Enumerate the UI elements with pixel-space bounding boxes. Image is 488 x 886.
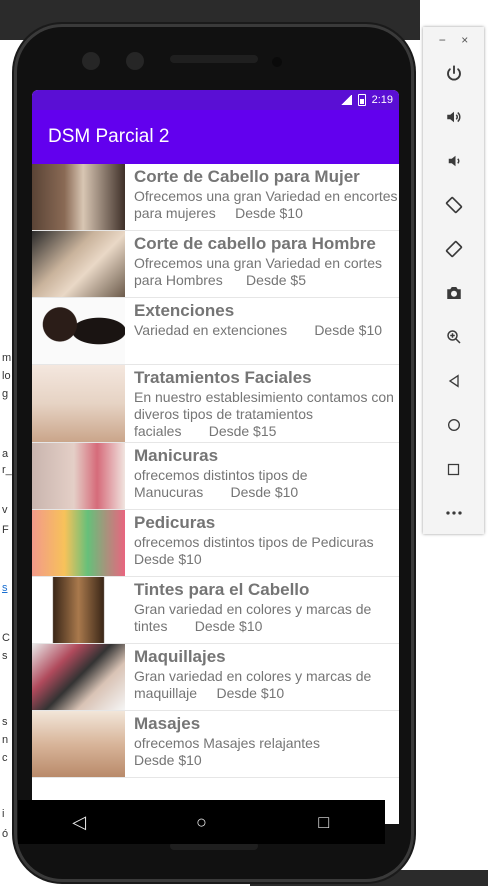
service-title: Pedicuras	[134, 513, 216, 532]
android-nav-bar: ◁ ○ □	[18, 800, 385, 844]
service-item[interactable]: Manicuras ofrecemos distintos tipos de M…	[32, 443, 399, 510]
service-description: Variedad en extenciones	[134, 322, 288, 338]
service-item[interactable]: Masajes ofrecemos Masajes relajantes Desd…	[32, 711, 399, 778]
background-link-fragment[interactable]: s	[2, 582, 8, 594]
nav-back-button[interactable]: ◁	[49, 812, 109, 833]
service-image	[32, 164, 125, 230]
battery-icon	[357, 94, 366, 106]
service-title: Extenciones	[134, 301, 235, 320]
background-text-fragment: s	[2, 716, 8, 728]
service-title: Tintes para el Cabello	[134, 580, 310, 599]
phone-screen: 2:19 DSM Parcial 2 Corte de Cabello para…	[32, 90, 399, 824]
background-text-fragment: n	[2, 734, 9, 746]
background-text-fragment: g	[2, 388, 9, 400]
service-item[interactable]: Tratamientos Faciales En nuestro estable…	[32, 365, 399, 443]
close-icon[interactable]: ×	[461, 33, 468, 47]
service-item[interactable]: Pedicuras ofrecemos distintos tipos de P…	[32, 510, 399, 577]
status-time: 2:19	[371, 94, 393, 106]
service-title: Corte de cabello para Hombre	[134, 234, 376, 253]
background-text-fragment: c	[2, 752, 8, 764]
home-icon[interactable]	[423, 403, 484, 447]
service-image	[32, 298, 125, 364]
service-price: Desde $10	[134, 551, 202, 567]
nav-home-button[interactable]: ○	[171, 812, 231, 833]
proximity-sensor	[272, 57, 282, 67]
service-image	[32, 644, 125, 710]
background-text-fragment: i	[2, 808, 5, 820]
service-description: ofrecemos distintos tipos de Pedicuras	[134, 534, 374, 550]
background-text-fragment: C	[2, 632, 10, 644]
rotate-right-icon[interactable]	[423, 227, 484, 271]
more-icon[interactable]	[423, 491, 484, 535]
service-item[interactable]: Tintes para el Cabello Gran variedad en …	[32, 577, 399, 644]
service-item[interactable]: Extenciones Variedad en extenciones Desd…	[32, 298, 399, 365]
background-text-fragment: m	[2, 352, 12, 364]
front-camera	[126, 52, 144, 70]
service-image	[32, 231, 125, 297]
app-bar: DSM Parcial 2	[32, 110, 399, 164]
signal-icon	[339, 95, 352, 105]
service-image	[32, 365, 125, 442]
background-text-fragment: F	[2, 524, 9, 536]
nav-recents-button[interactable]: □	[294, 812, 354, 833]
service-image	[32, 443, 125, 509]
service-item[interactable]: Corte de Cabello para Mujer Ofrecemos un…	[32, 164, 399, 231]
service-image	[32, 711, 125, 777]
power-icon[interactable]	[423, 51, 484, 95]
service-price: Desde $10	[194, 618, 263, 634]
services-list[interactable]: Corte de Cabello para Mujer Ofrecemos un…	[32, 164, 399, 778]
service-image	[32, 510, 125, 576]
app-title: DSM Parcial 2	[48, 126, 170, 147]
background-text-fragment: ó	[2, 828, 9, 840]
minimize-icon[interactable]: −	[439, 33, 446, 47]
service-price: Desde $15	[208, 423, 277, 439]
emulator-toolbar: − ×	[423, 27, 484, 534]
service-title: Manicuras	[134, 446, 219, 465]
service-image	[32, 577, 125, 643]
background-text-fragment: lo	[2, 370, 11, 382]
background-text-fragment: a	[2, 448, 9, 460]
overview-icon[interactable]	[423, 447, 484, 491]
service-price: Desde $5	[246, 272, 306, 288]
volume-down-icon[interactable]	[423, 139, 484, 183]
phone-frame: 2:19 DSM Parcial 2 Corte de Cabello para…	[14, 24, 414, 882]
service-price: Desde $10	[230, 484, 299, 500]
service-description: ofrecemos Masajes relajantes	[134, 735, 320, 751]
service-title: Masajes	[134, 714, 201, 733]
service-price: Desde $10	[216, 685, 285, 701]
camera-icon[interactable]	[423, 271, 484, 315]
zoom-icon[interactable]	[423, 315, 484, 359]
service-price: Desde $10	[314, 322, 383, 338]
service-price: Desde $10	[134, 752, 202, 768]
earpiece-speaker	[170, 55, 258, 63]
service-title: Tratamientos Faciales	[134, 368, 312, 387]
service-title: Corte de Cabello para Mujer	[134, 167, 360, 186]
service-price: Desde $10	[235, 205, 303, 221]
service-item[interactable]: Maquillajes Gran variedad en colores y m…	[32, 644, 399, 711]
service-item[interactable]: Corte de cabello para Hombre Ofrecemos u…	[32, 231, 399, 298]
volume-up-icon[interactable]	[423, 95, 484, 139]
background-text-fragment: v	[2, 504, 8, 516]
rotate-left-icon[interactable]	[423, 183, 484, 227]
back-icon[interactable]	[423, 359, 484, 403]
service-title: Maquillajes	[134, 647, 226, 666]
background-text-fragment: r_	[2, 464, 12, 476]
background-text-fragment: s	[2, 650, 8, 662]
status-bar: 2:19	[32, 90, 399, 110]
front-camera	[82, 52, 100, 70]
